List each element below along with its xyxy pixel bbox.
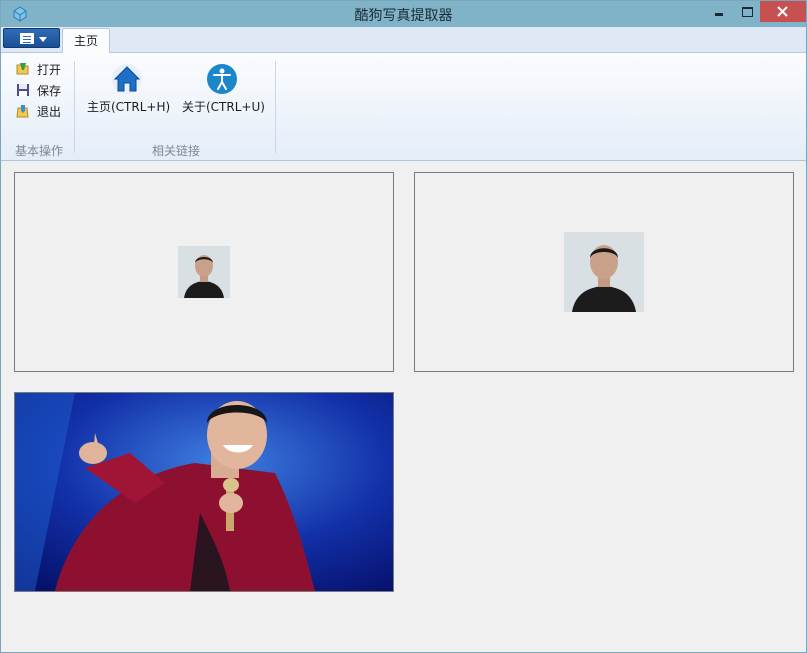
open-folder-icon xyxy=(16,63,29,75)
chevron-down-icon xyxy=(39,37,47,42)
image-panel-large[interactable] xyxy=(14,392,394,592)
ribbon-tab-strip: 主页 xyxy=(1,27,806,54)
window-title: 酷狗写真提取器 xyxy=(354,8,453,24)
maximize-button[interactable] xyxy=(731,1,761,22)
portrait-photo-medium xyxy=(564,232,644,312)
home-button-label: 主页(CTRL+H) xyxy=(87,100,171,114)
home-icon xyxy=(112,64,142,94)
accessibility-icon xyxy=(207,64,237,94)
image-panel-small[interactable] xyxy=(14,172,394,372)
ribbon: 打开 保存 退出 基本操作 主页(CTRL+H) 关于(CTRL+U) 相关链接 xyxy=(1,53,806,161)
close-button[interactable] xyxy=(760,1,806,22)
group-separator xyxy=(275,61,276,153)
image-panel-medium[interactable] xyxy=(414,172,794,372)
about-button-label: 关于(CTRL+U) xyxy=(182,100,265,114)
save-button-label: 保存 xyxy=(37,84,62,98)
home-button[interactable]: 主页(CTRL+H) xyxy=(87,61,171,117)
exit-icon xyxy=(16,105,29,118)
app-menu-button[interactable] xyxy=(3,28,60,48)
exit-button-label: 退出 xyxy=(37,105,62,119)
floppy-disk-icon xyxy=(17,84,29,96)
portrait-photo-small xyxy=(178,246,230,298)
main-window: 酷狗写真提取器 主页 打开 保存 退出 基本操作 主页(CTRL+H) 关于(C… xyxy=(0,0,807,653)
open-button-label: 打开 xyxy=(37,63,62,77)
minimize-button[interactable] xyxy=(704,1,734,22)
document-icon xyxy=(20,33,34,44)
group-label-basic: 基本操作 xyxy=(15,144,64,158)
about-button[interactable]: 关于(CTRL+U) xyxy=(182,61,266,117)
concert-photo-large xyxy=(15,393,393,591)
tab-home[interactable]: 主页 xyxy=(62,28,110,54)
group-label-links: 相关链接 xyxy=(152,144,201,158)
group-separator xyxy=(74,61,75,153)
title-bar[interactable]: 酷狗写真提取器 xyxy=(1,1,806,27)
close-icon xyxy=(777,6,788,17)
